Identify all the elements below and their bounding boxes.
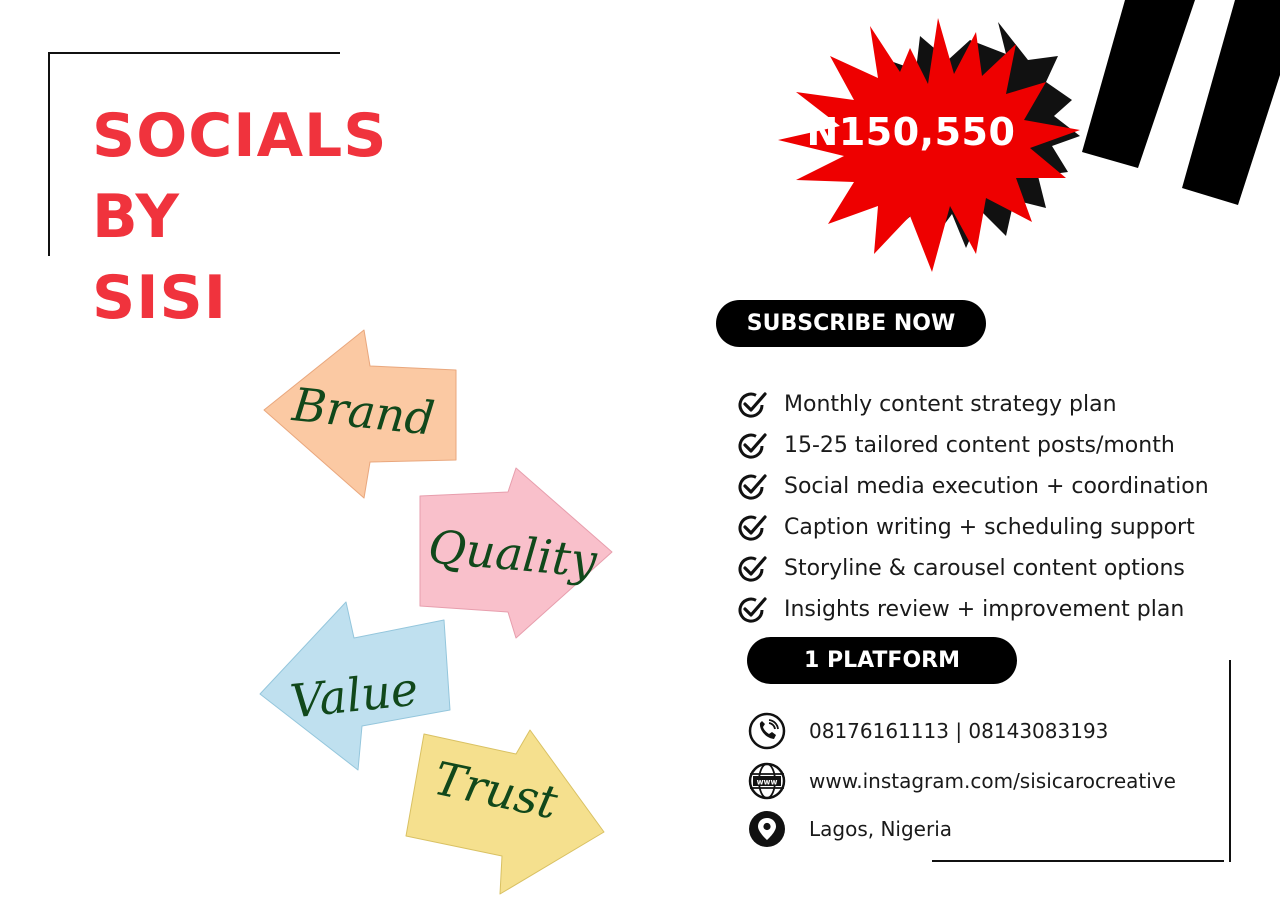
feature-item: Insights review + improvement plan	[736, 589, 1209, 630]
feature-item: Storyline & carousel content options	[736, 548, 1209, 589]
feature-text: Monthly content strategy plan	[784, 392, 1117, 417]
feature-item: Social media execution + coordination	[736, 466, 1209, 507]
feature-text: Social media execution + coordination	[784, 474, 1209, 499]
check-circle-icon	[738, 391, 767, 418]
feature-item: Monthly content strategy plan	[736, 384, 1209, 425]
feature-text: Insights review + improvement plan	[784, 597, 1185, 622]
decorative-stripes	[1082, 0, 1280, 205]
feature-text: Caption writing + scheduling support	[784, 515, 1195, 540]
brand-title-line-1: SOCIALS	[92, 101, 388, 171]
check-circle-icon	[738, 514, 767, 541]
contact-website-row: www www.instagram.com/sisicarocreative	[747, 761, 1176, 801]
frame-line-left	[48, 52, 50, 256]
frame-line-bottom	[932, 860, 1224, 862]
feature-item: Caption writing + scheduling support	[736, 507, 1209, 548]
check-circle-icon	[738, 432, 767, 459]
brand-title: SOCIALS BY SISI	[92, 96, 387, 339]
feature-text: 15-25 tailored content posts/month	[784, 433, 1175, 458]
check-circle-icon	[738, 473, 767, 500]
globe-www-icon: www	[748, 762, 786, 800]
location-pin-icon	[749, 811, 785, 847]
contact-location-row: Lagos, Nigeria	[747, 809, 952, 849]
platform-button[interactable]: 1 PLATFORM	[747, 637, 1017, 684]
frame-line-right	[1229, 660, 1231, 862]
feature-item: 15-25 tailored content posts/month	[736, 425, 1209, 466]
contact-phone-row: 08176161113 | 08143083193	[747, 711, 1108, 751]
subscribe-now-button[interactable]: SUBSCRIBE NOW	[716, 300, 986, 347]
feature-text: Storyline & carousel content options	[784, 556, 1185, 581]
phone-icon	[748, 712, 786, 750]
price-label: N150,550	[806, 110, 1016, 154]
check-circle-icon	[738, 596, 767, 623]
feature-list: Monthly content strategy plan 15-25 tail…	[736, 384, 1209, 630]
contact-location-text: Lagos, Nigeria	[809, 817, 953, 841]
frame-line-top	[48, 52, 340, 54]
svg-text:www: www	[757, 778, 778, 787]
check-circle-icon	[738, 555, 767, 582]
brand-title-line-2: BY	[92, 182, 180, 252]
sticky-arrow-trust: Trust	[405, 729, 605, 895]
contact-phone-text: 08176161113 | 08143083193	[809, 719, 1109, 743]
contact-website-link[interactable]: www.instagram.com/sisicarocreative	[809, 769, 1176, 793]
